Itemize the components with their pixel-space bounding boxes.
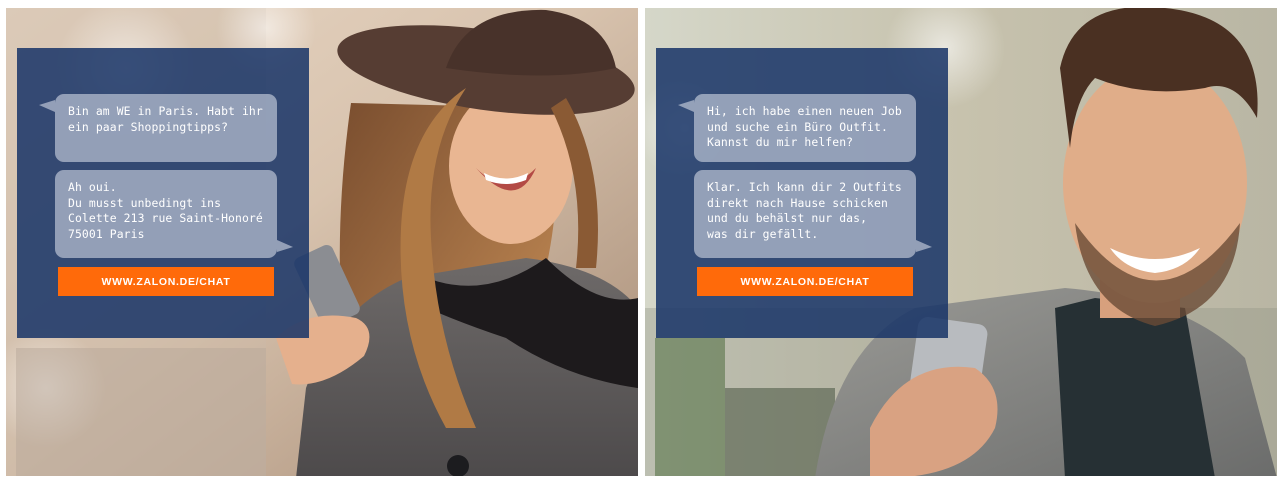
zalon-chat-link-button[interactable]: WWW.ZALON.DE/CHAT [697,267,913,296]
chat-bubble-question: Bin am WE in Paris. Habt ihr ein paar Sh… [39,94,277,162]
chat-card: Hi, ich habe einen neuen Job und suche e… [656,48,948,338]
chat-card: Bin am WE in Paris. Habt ihr ein paar Sh… [17,48,309,338]
zalon-chat-link-button[interactable]: WWW.ZALON.DE/CHAT [58,267,274,296]
chat-bubble-answer: Klar. Ich kann dir 2 Outfits direkt nach… [694,170,932,258]
ad-panel-woman: Bin am WE in Paris. Habt ihr ein paar Sh… [6,8,638,476]
ad-panel-man: Hi, ich habe einen neuen Job und suche e… [645,8,1277,476]
chat-bubble-question: Hi, ich habe einen neuen Job und suche e… [678,94,916,162]
chat-bubble-answer: Ah oui. Du musst unbedingt ins Colette 2… [55,170,293,258]
